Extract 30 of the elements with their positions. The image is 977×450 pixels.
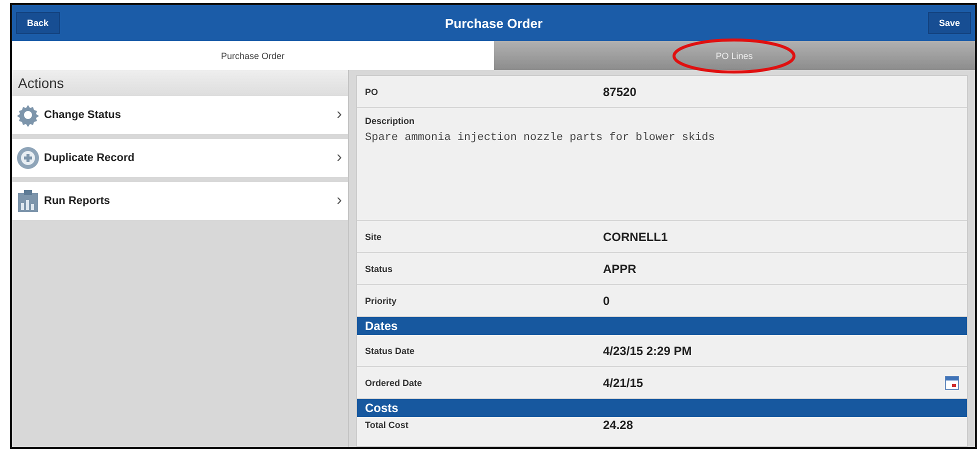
- field-label: PO: [365, 86, 380, 96]
- save-button[interactable]: Save: [928, 12, 971, 34]
- section-header: Dates: [357, 317, 967, 335]
- field-label: Total Cost: [365, 420, 410, 430]
- field-label: Ordered Date: [365, 378, 424, 388]
- back-button[interactable]: Back: [16, 12, 60, 34]
- gear-icon: [16, 103, 40, 127]
- calendar-icon[interactable]: [945, 376, 959, 390]
- action-item[interactable]: Duplicate Record ›: [12, 139, 348, 177]
- field-label: Site: [365, 232, 383, 242]
- field-label: Description: [365, 116, 416, 126]
- action-item[interactable]: Run Reports ›: [12, 182, 348, 220]
- field-value: 0: [603, 294, 611, 308]
- field-label: Status Date: [365, 346, 416, 356]
- field-label: Status: [365, 264, 394, 274]
- field-value: 4/21/15: [603, 376, 644, 390]
- description-field[interactable]: Spare ammonia injection nozzle parts for blower skids: [365, 132, 959, 212]
- field-value: APPR: [603, 262, 638, 276]
- field-value: 4/23/15 2:29 PM: [603, 344, 693, 358]
- report-icon: [16, 189, 40, 213]
- field-value: 24.28: [603, 418, 634, 432]
- page-title: Purchase Order: [444, 16, 543, 30]
- field-value: 87520: [603, 84, 638, 98]
- section-header: Costs: [357, 399, 967, 417]
- field-label: Priority: [365, 296, 398, 306]
- field-value: CORNELL1: [603, 230, 669, 244]
- add-icon: [16, 146, 40, 170]
- tab[interactable]: Purchase Order: [12, 41, 494, 70]
- action-item[interactable]: Change Status ›: [12, 96, 348, 134]
- actions-heading: Actions: [12, 70, 348, 96]
